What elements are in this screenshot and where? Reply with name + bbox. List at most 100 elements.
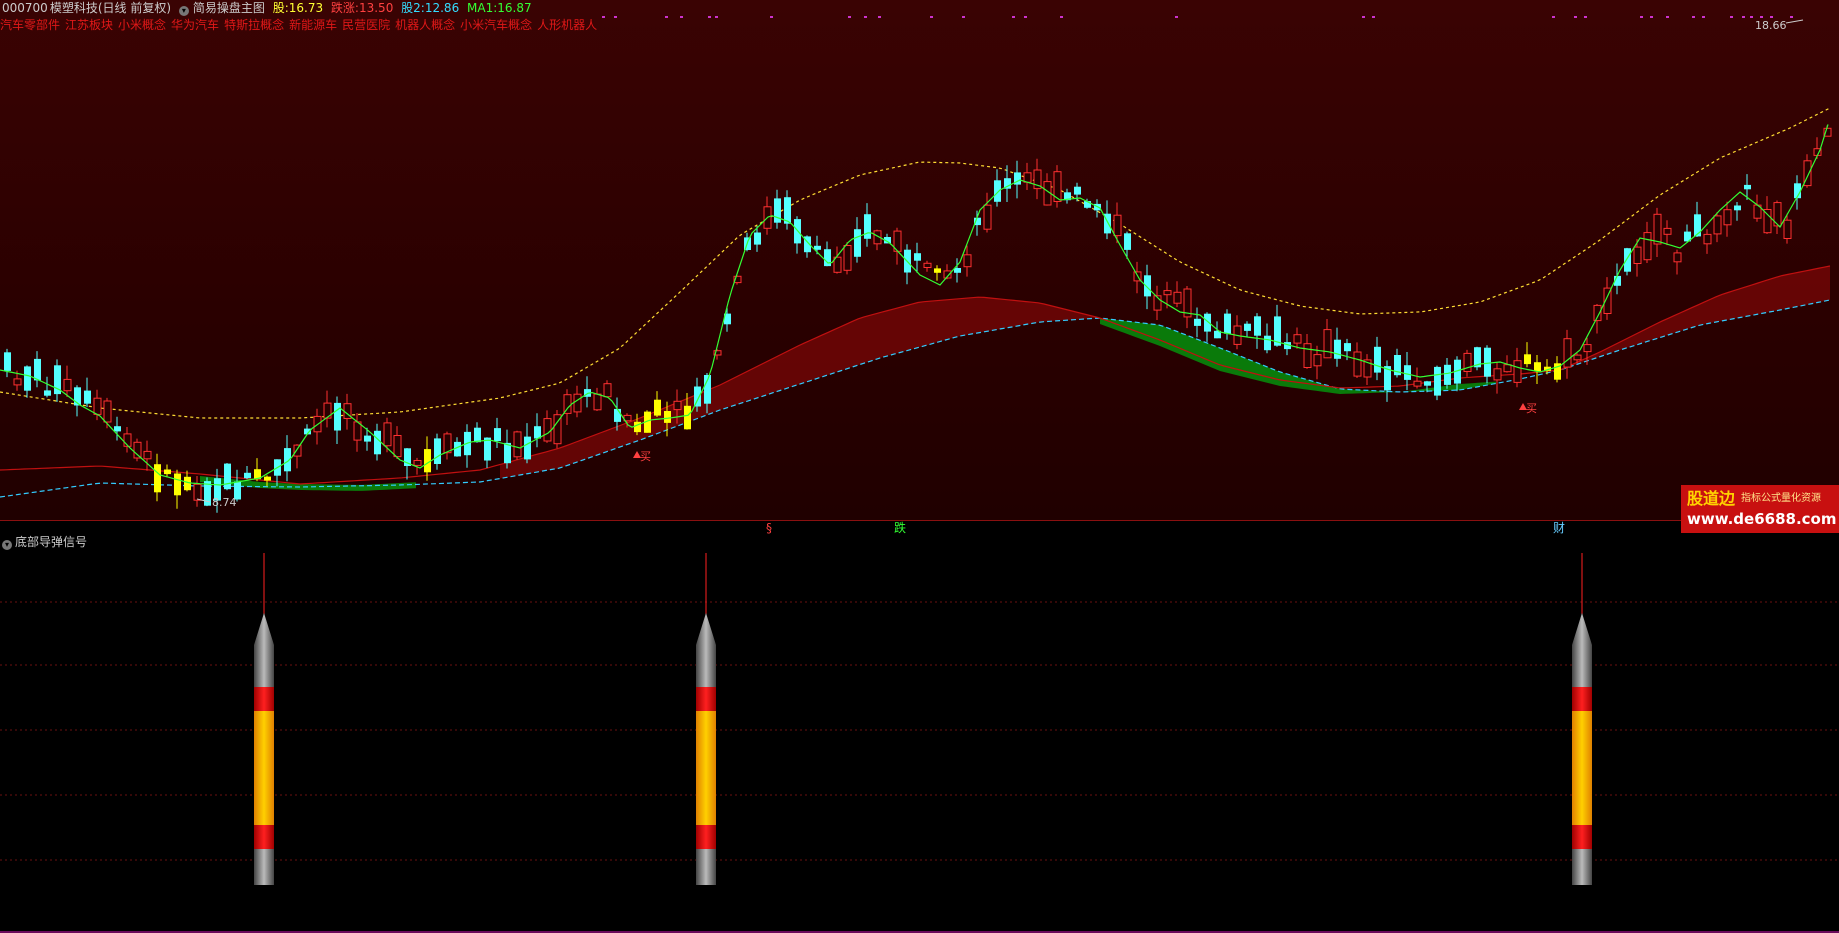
candle bbox=[1554, 356, 1561, 383]
signal-dot bbox=[1060, 16, 1063, 18]
concept-tag[interactable]: 民营医院 bbox=[342, 18, 390, 32]
candle bbox=[1303, 334, 1312, 369]
candle bbox=[1673, 249, 1682, 275]
candle bbox=[1374, 336, 1381, 381]
signal-dot bbox=[680, 16, 683, 18]
candle bbox=[1703, 229, 1712, 254]
candle bbox=[154, 453, 161, 502]
event-marker-1[interactable]: § bbox=[766, 521, 772, 535]
candle bbox=[854, 217, 861, 263]
buy-signal-label-2: 买 bbox=[640, 450, 651, 463]
signal-dot bbox=[1760, 16, 1763, 18]
candle bbox=[1053, 165, 1062, 208]
candle bbox=[133, 438, 142, 462]
concept-tag[interactable]: 华为汽车 bbox=[171, 18, 219, 32]
candle bbox=[774, 189, 781, 229]
candle bbox=[1133, 261, 1142, 294]
candle bbox=[1484, 345, 1491, 384]
concept-tag[interactable]: 机器人概念 bbox=[395, 18, 455, 32]
candle bbox=[1773, 200, 1782, 234]
candle bbox=[1663, 220, 1672, 246]
chart-annotations: 8.74 18.66 买 买 bbox=[196, 19, 1804, 509]
candle bbox=[994, 169, 1001, 207]
sub-indicator-panel[interactable]: ▾ 底部导弹信号 bbox=[0, 535, 1839, 933]
missile-signals bbox=[254, 553, 1592, 885]
stock-name: 模塑科技 bbox=[49, 1, 98, 15]
concept-tag[interactable]: 新能源车 bbox=[289, 18, 337, 32]
concept-tag[interactable]: 小米汽车概念 bbox=[460, 18, 532, 32]
signal-dot bbox=[614, 16, 617, 18]
signal-dot bbox=[1770, 16, 1773, 18]
main-chart-panel[interactable]: 8.74 18.66 买 买 000700 模塑科技(日线 前复权) ▾ 简易操盘主… bbox=[0, 0, 1839, 520]
candle bbox=[1363, 354, 1372, 385]
candle bbox=[563, 389, 572, 425]
candle bbox=[1534, 355, 1541, 384]
signal-dot bbox=[1175, 16, 1178, 18]
missile-signal bbox=[254, 553, 274, 885]
candle bbox=[484, 437, 491, 468]
candle bbox=[1233, 315, 1242, 350]
candle bbox=[1033, 158, 1042, 200]
candle bbox=[603, 380, 612, 398]
signal-dot bbox=[1702, 16, 1705, 18]
concept-tag[interactable]: 江苏板块 bbox=[65, 18, 113, 32]
sub-grid-lines bbox=[0, 601, 1839, 861]
stock-code: 000700 bbox=[2, 1, 48, 15]
signal-dot bbox=[708, 16, 711, 18]
candle bbox=[1204, 312, 1211, 342]
missile-signal-chart[interactable] bbox=[0, 535, 1839, 933]
signal-dot bbox=[1790, 16, 1793, 18]
candle bbox=[1493, 362, 1502, 394]
event-marker-2[interactable]: 跌 bbox=[894, 521, 906, 535]
concept-tag[interactable]: 小米概念 bbox=[118, 18, 166, 32]
concept-tag[interactable]: 汽车零部件 bbox=[0, 18, 60, 32]
candle bbox=[244, 466, 251, 480]
sub-indicator-toggle-icon[interactable]: ▾ bbox=[2, 540, 12, 550]
indicator-toggle-icon[interactable]: ▾ bbox=[178, 6, 189, 16]
candle bbox=[1153, 285, 1162, 320]
candle bbox=[1334, 327, 1341, 367]
candle bbox=[443, 431, 452, 460]
candle bbox=[534, 413, 541, 448]
candle bbox=[504, 429, 511, 469]
candle bbox=[334, 396, 341, 444]
field-0: 股:16.73 bbox=[272, 1, 324, 15]
candle bbox=[654, 391, 661, 417]
concept-tag[interactable]: 人形机器人 bbox=[537, 18, 597, 32]
candlestick-chart[interactable]: 8.74 18.66 买 买 bbox=[0, 0, 1839, 520]
candle bbox=[1753, 194, 1762, 222]
candle bbox=[584, 376, 591, 408]
candle bbox=[284, 435, 291, 482]
candle bbox=[814, 235, 821, 255]
signal-dot bbox=[1584, 16, 1587, 18]
candle bbox=[1614, 263, 1621, 295]
candle bbox=[4, 348, 11, 378]
candle bbox=[63, 365, 72, 397]
event-marker-3[interactable]: 财 bbox=[1553, 521, 1565, 535]
candle bbox=[383, 417, 392, 453]
buy-signal-label-1: 买 bbox=[1526, 402, 1537, 415]
candle bbox=[1524, 342, 1531, 368]
candle bbox=[1434, 365, 1441, 401]
indicator-name[interactable]: 简易操盘主图 bbox=[193, 1, 265, 15]
candle bbox=[1244, 321, 1251, 337]
signal-dot bbox=[1730, 16, 1733, 18]
high-price-label: 18.66 bbox=[1755, 19, 1787, 32]
candle bbox=[1723, 201, 1732, 237]
candle bbox=[1173, 281, 1182, 308]
top-signal-dots bbox=[602, 16, 1793, 18]
sub-indicator-title[interactable]: 底部导弹信号 bbox=[15, 535, 87, 549]
candle bbox=[893, 227, 902, 265]
candle bbox=[763, 196, 772, 235]
candle bbox=[1734, 202, 1741, 221]
signal-dot bbox=[1362, 16, 1365, 18]
candle bbox=[553, 410, 562, 449]
signal-dot bbox=[715, 16, 718, 18]
candle bbox=[34, 351, 41, 388]
concept-tag[interactable]: 特斯拉概念 bbox=[224, 18, 284, 32]
signal-dot bbox=[864, 16, 867, 18]
candle bbox=[44, 376, 51, 398]
candle bbox=[1224, 309, 1231, 340]
candle bbox=[923, 260, 932, 272]
candle bbox=[543, 410, 552, 443]
